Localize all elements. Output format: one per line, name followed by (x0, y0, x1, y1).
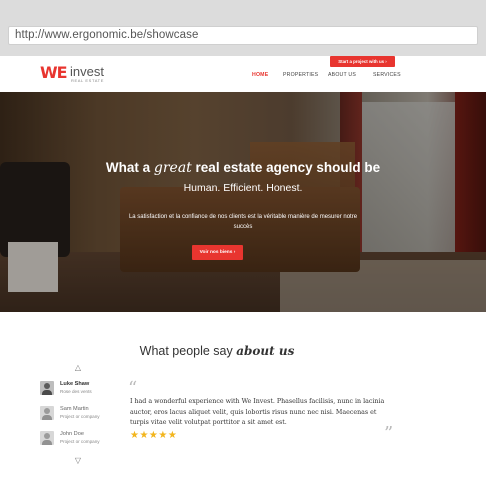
rating-stars: ★★★★★ (130, 430, 178, 441)
url-text: http://www.ergonomic.be/showcase (15, 29, 199, 41)
address-bar[interactable]: http://www.ergonomic.be/showcase (8, 26, 478, 45)
testimonial-person[interactable]: Luke Shaw Rose des vents (40, 381, 120, 401)
hero-banner (0, 92, 486, 312)
hero-title-post: real estate agency should be (191, 160, 381, 175)
site-header: WE invest REAL ESTATE Start a project wi… (0, 56, 486, 92)
testimonials-title-em: about us (236, 344, 295, 358)
testimonial-person[interactable]: Sam Martin Project or company (40, 406, 120, 426)
nav-about-us[interactable]: ABOUT US (328, 72, 356, 78)
hero-title-pre: What a (105, 160, 154, 175)
chevron-down-icon[interactable]: ▽ (73, 456, 83, 466)
nav-home[interactable]: HOME (252, 72, 268, 78)
start-project-button[interactable]: Start a project with us › (330, 56, 395, 67)
person-name: John Doe (60, 431, 84, 437)
quote-open-icon: “ (128, 378, 138, 399)
chevron-up-icon[interactable]: △ (73, 363, 83, 373)
person-role: Project or company (60, 439, 100, 444)
logo-we: WE (40, 63, 68, 82)
hero-overlay (0, 92, 486, 312)
testimonial-person[interactable]: John Doe Project or company (40, 431, 120, 451)
person-role: Rose des vents (60, 389, 92, 394)
hero-title: What a great real estate agency should b… (0, 160, 486, 176)
webpage: WE invest REAL ESTATE Start a project wi… (0, 56, 486, 495)
quote-close-icon: ” (384, 423, 394, 444)
person-name: Sam Martin (60, 406, 89, 412)
hero-description: La satisfaction et la confiance de nos c… (128, 214, 358, 230)
person-role: Project or company (60, 414, 100, 419)
avatar (40, 431, 54, 445)
person-name: Luke Shaw (60, 381, 90, 387)
testimonial-quote: I had a wonderful experience with We Inv… (130, 398, 385, 426)
hero-subtitle: Human. Efficient. Honest. (183, 182, 303, 194)
view-properties-button[interactable]: Voir nos biens › (192, 245, 243, 260)
testimonials-title: What people say about us (0, 344, 434, 358)
avatar (40, 406, 54, 420)
nav-properties[interactable]: PROPERTIES (283, 72, 318, 78)
logo-invest: invest (70, 64, 104, 79)
testimonials-title-pre: What people say (139, 344, 237, 358)
nav-services[interactable]: SERVICES (373, 72, 401, 78)
logo-subtitle: REAL ESTATE (71, 78, 104, 83)
avatar (40, 381, 54, 395)
hero-title-em: great (153, 160, 192, 176)
